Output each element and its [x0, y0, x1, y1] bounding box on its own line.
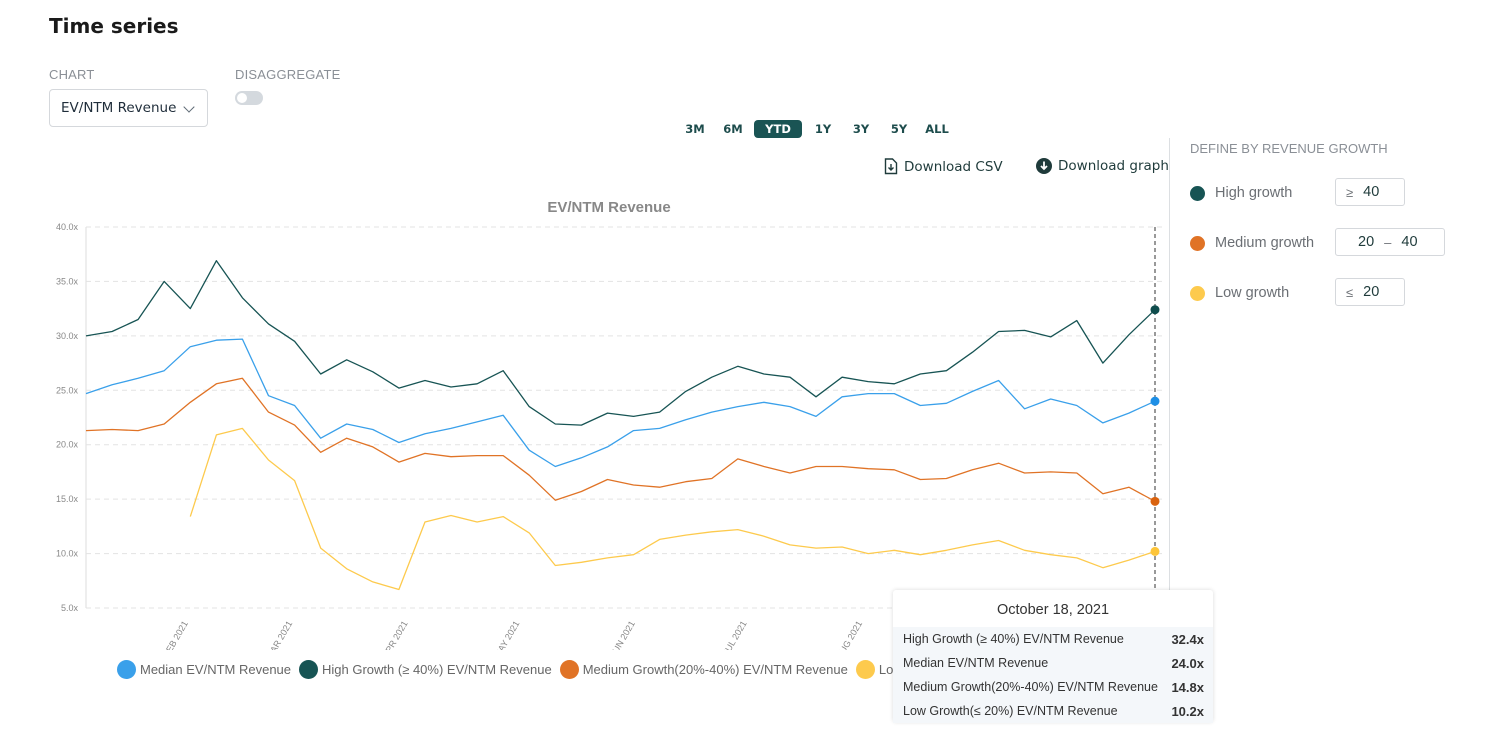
- page-title: Time series: [49, 14, 179, 38]
- high-growth-threshold-input[interactable]: ≥ 40: [1335, 178, 1405, 206]
- range-3y[interactable]: 3Y: [842, 120, 880, 138]
- chart-select[interactable]: EV/NTM Revenue: [49, 89, 208, 127]
- tooltip-series-label: High Growth (≥ 40%) EV/NTM Revenue: [903, 632, 1124, 646]
- x-tick-label: FEB 2021: [161, 619, 190, 650]
- series-line-2: [85, 377, 1156, 502]
- legend-item[interactable]: Median EV/NTM Revenue: [117, 660, 291, 679]
- range-ytd[interactable]: YTD: [754, 120, 802, 138]
- medium-growth-to: 40: [1401, 234, 1418, 250]
- tooltip-value: 10.2x: [1171, 703, 1204, 719]
- tooltip-series-label: Medium Growth(20%-40%) EV/NTM Revenue: [903, 680, 1158, 694]
- medium-growth-dot: [1190, 235, 1205, 251]
- tooltip-date: October 18, 2021: [996, 602, 1110, 618]
- legend-swatch: [117, 660, 136, 679]
- low-growth-label: Low growth: [1215, 285, 1290, 301]
- time-series-chart[interactable]: EV/NTM Revenue 5.0x 10.0x 15.0x 20.0x 25.0x 3…: [0, 190, 1170, 650]
- file-download-icon: [884, 158, 898, 175]
- y-tick-label: 20.0x: [56, 440, 79, 450]
- x-tick-label: JUN 2021: [608, 619, 637, 650]
- tooltip-row: High Growth (≥ 40%) EV/NTM Revenue 32.4x: [893, 627, 1213, 651]
- lte-operator: ≤: [1346, 284, 1354, 300]
- y-tick-label: 25.0x: [56, 385, 79, 395]
- y-tick-label: 40.0x: [56, 222, 79, 232]
- x-tick-label: APR 2021: [381, 619, 410, 650]
- circle-download-icon: [1036, 158, 1052, 174]
- tooltip-row: Low Growth(≤ 20%) EV/NTM Revenue 10.2x: [893, 699, 1213, 723]
- growth-group-high: High growth ≥ 40: [1190, 178, 1405, 206]
- chevron-down-icon: [183, 101, 195, 113]
- series-line-1: [85, 260, 1156, 426]
- high-growth-label: High growth: [1215, 185, 1293, 201]
- tooltip-value: 24.0x: [1171, 655, 1204, 671]
- medium-growth-range-input[interactable]: 20 – 40: [1335, 228, 1445, 256]
- range-dash: –: [1384, 234, 1392, 250]
- y-tick-label: 15.0x: [56, 494, 79, 504]
- tooltip-row: Medium Growth(20%-40%) EV/NTM Revenue 14.…: [893, 675, 1213, 699]
- legend-label: High Growth (≥ 40%) EV/NTM Revenue: [322, 662, 552, 677]
- y-tick-label: 35.0x: [56, 276, 79, 286]
- hover-point-0: [1150, 396, 1160, 406]
- tooltip-series-label: Low Growth(≤ 20%) EV/NTM Revenue: [903, 704, 1118, 718]
- toggle-knob: [237, 93, 247, 103]
- medium-growth-label: Medium growth: [1215, 235, 1315, 251]
- low-growth-threshold-input[interactable]: ≤ 20: [1335, 278, 1405, 306]
- x-tick-label: MAY 2021: [492, 619, 521, 650]
- y-tick-label: 30.0x: [56, 331, 79, 341]
- legend-swatch: [299, 660, 319, 679]
- disaggregate-toggle[interactable]: [235, 91, 263, 105]
- growth-group-medium: Medium growth 20 – 40: [1190, 228, 1445, 256]
- legend-item[interactable]: High Growth (≥ 40%) EV/NTM Revenue: [299, 660, 552, 679]
- growth-panel-title: DEFINE BY REVENUE GROWTH: [1190, 141, 1388, 156]
- series-line-0: [85, 338, 1156, 468]
- download-graph-label: Download graph: [1058, 158, 1169, 174]
- tooltip-value: 14.8x: [1171, 679, 1204, 695]
- legend-label: Medium Growth(20%-40%) EV/NTM Revenue: [582, 662, 848, 677]
- high-growth-value: 40: [1363, 184, 1380, 200]
- tooltip-value: 32.4x: [1171, 631, 1204, 647]
- range-6m[interactable]: 6M: [714, 120, 752, 138]
- low-growth-value: 20: [1363, 284, 1380, 300]
- legend-swatch: [855, 660, 875, 679]
- x-tick-label: JUL 2021: [721, 619, 749, 650]
- growth-group-low: Low growth ≤ 20: [1190, 278, 1405, 306]
- range-1y[interactable]: 1Y: [804, 120, 842, 138]
- hover-point-3: [1150, 546, 1160, 556]
- high-growth-dot: [1190, 185, 1205, 201]
- low-growth-dot: [1190, 285, 1205, 301]
- tooltip-row: Median EV/NTM Revenue 24.0x: [893, 651, 1213, 675]
- range-all[interactable]: ALL: [918, 120, 956, 138]
- y-tick-label: 10.0x: [56, 549, 79, 559]
- legend-item[interactable]: Medium Growth(20%-40%) EV/NTM Revenue: [559, 660, 848, 679]
- hover-point-1: [1150, 305, 1160, 315]
- range-3m[interactable]: 3M: [676, 120, 714, 138]
- legend-swatch: [559, 660, 579, 679]
- series-line-3: [189, 427, 1156, 591]
- tooltip-series-label: Median EV/NTM Revenue: [903, 656, 1049, 670]
- chart-title: EV/NTM Revenue: [547, 199, 670, 216]
- gte-operator: ≥: [1346, 184, 1354, 200]
- download-csv-button[interactable]: Download CSV: [884, 158, 1003, 175]
- download-graph-button[interactable]: Download graph: [1036, 158, 1169, 174]
- x-tick-label: MAR 2021: [264, 619, 294, 650]
- hover-tooltip: October 18, 2021 High Growth (≥ 40%) EV/…: [893, 590, 1213, 723]
- range-5y[interactable]: 5Y: [880, 120, 918, 138]
- y-tick-label: 5.0x: [61, 603, 79, 613]
- chart-select-label: CHART: [49, 67, 95, 82]
- hover-point-2: [1150, 496, 1160, 506]
- disaggregate-label: DISAGGREGATE: [235, 67, 341, 82]
- download-csv-label: Download CSV: [904, 158, 1003, 175]
- legend-label: Median EV/NTM Revenue: [140, 662, 292, 677]
- range-selector: 3M 6M YTD 1Y 3Y 5Y ALL: [676, 120, 956, 138]
- medium-growth-from: 20: [1358, 234, 1375, 250]
- x-tick-label: AUG 2021: [835, 619, 865, 650]
- chart-select-value: EV/NTM Revenue: [61, 100, 177, 116]
